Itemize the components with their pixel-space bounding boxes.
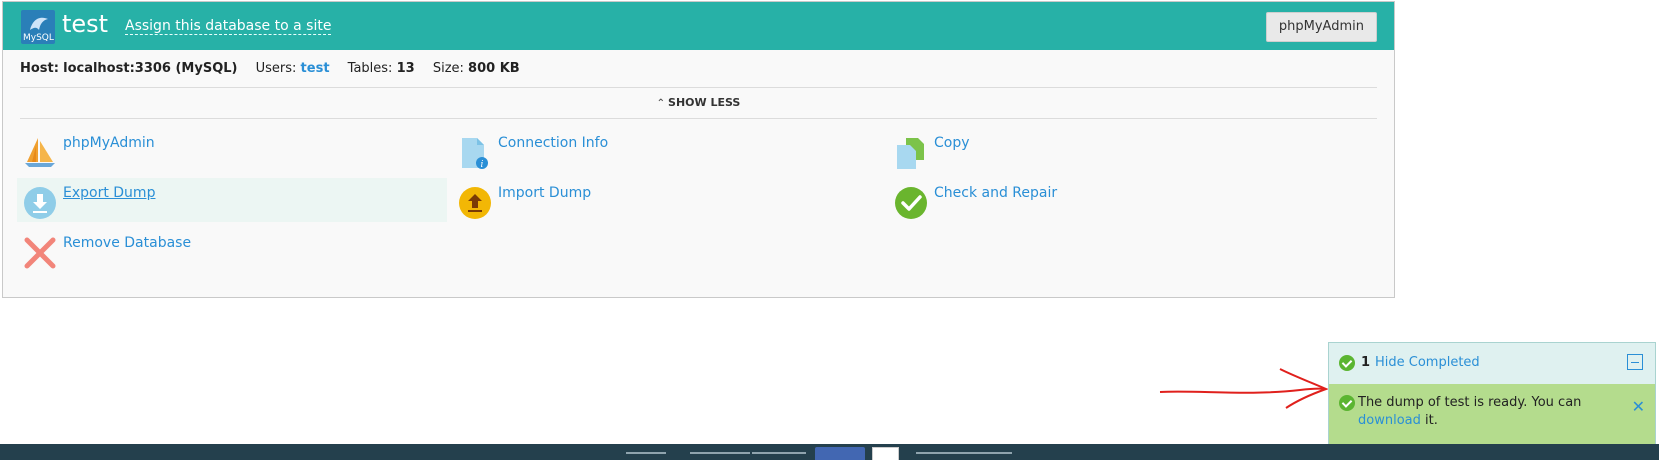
upload-icon	[458, 186, 492, 220]
tool-check-and-repair[interactable]: Check and Repair	[888, 178, 1318, 222]
annotation-arrow-icon	[1159, 368, 1328, 409]
show-less-label: SHOW LESS	[668, 96, 741, 109]
message-suffix: it.	[1425, 413, 1438, 428]
success-check-icon	[1339, 395, 1355, 411]
completed-count: 1	[1361, 355, 1371, 370]
phpmyadmin-button[interactable]: phpMyAdmin	[1265, 12, 1377, 42]
logo-text: MySQL	[23, 33, 54, 43]
size-value: 800 KB	[468, 61, 520, 76]
tool-copy[interactable]: Copy	[888, 128, 1318, 172]
message-text: The dump of test is ready. You can	[1358, 395, 1582, 410]
close-icon[interactable]: ✕	[1632, 397, 1645, 416]
download-link[interactable]: download	[1358, 413, 1421, 428]
users-link[interactable]: test	[301, 61, 330, 76]
tool-label: Import Dump	[498, 185, 592, 201]
notification-item: The dump of test is ready. You can downl…	[1329, 384, 1655, 444]
notifications-panel: 1 Hide Completed The dump of test is rea…	[1328, 342, 1656, 456]
svg-text:i: i	[481, 160, 484, 170]
toggle-row: ⌃ SHOW LESS	[20, 87, 1377, 119]
copy-icon	[894, 136, 928, 170]
tool-label: Copy	[934, 135, 970, 151]
host-value: localhost:3306 (MySQL)	[63, 61, 238, 76]
tool-remove-database[interactable]: Remove Database	[17, 228, 447, 272]
sailboat-icon	[23, 136, 57, 170]
tool-label: Export Dump	[63, 185, 156, 201]
card-header: MySQL test Assign this database to a sit…	[3, 2, 1394, 50]
document-info-icon: i	[458, 136, 492, 170]
host-label: Host:	[20, 61, 59, 76]
show-less-toggle[interactable]: ⌃ SHOW LESS	[657, 96, 741, 109]
tool-label: phpMyAdmin	[63, 135, 155, 151]
database-card: MySQL test Assign this database to a sit…	[2, 1, 1395, 298]
footer-link[interactable]	[916, 452, 1012, 454]
success-check-icon	[1339, 355, 1355, 371]
tables-label: Tables:	[347, 61, 393, 76]
footer-link[interactable]	[752, 452, 806, 454]
tool-connection-info[interactable]: i Connection Info	[452, 128, 882, 172]
tool-label: Remove Database	[63, 235, 192, 251]
chevron-up-icon: ⌃	[656, 98, 666, 109]
assign-site-link[interactable]: Assign this database to a site	[125, 18, 332, 35]
minimize-icon[interactable]	[1627, 354, 1643, 370]
page-footer	[0, 444, 1659, 460]
footer-link[interactable]	[626, 452, 666, 454]
tool-label: Check and Repair	[934, 185, 1058, 201]
tool-phpmyadmin[interactable]: phpMyAdmin	[17, 128, 447, 172]
database-info-row: Host: localhost:3306 (MySQL) Users: test…	[20, 61, 520, 76]
tables-count: 13	[396, 61, 415, 76]
download-icon	[23, 186, 57, 220]
tool-import-dump[interactable]: Import Dump	[452, 178, 882, 222]
like-count-box	[872, 447, 899, 460]
facebook-like-button[interactable]	[815, 447, 865, 460]
tool-export-dump[interactable]: Export Dump	[17, 178, 447, 222]
footer-link[interactable]	[690, 452, 750, 454]
hide-completed-link[interactable]: Hide Completed	[1375, 355, 1480, 370]
notification-message: The dump of test is ready. You can downl…	[1358, 394, 1608, 430]
mysql-logo-icon: MySQL	[21, 10, 55, 44]
tool-label: Connection Info	[498, 135, 609, 151]
notifications-header: 1 Hide Completed	[1329, 343, 1655, 383]
size-label: Size:	[432, 61, 464, 76]
database-name: test	[62, 10, 109, 38]
cross-icon	[23, 236, 57, 270]
checkmark-icon	[894, 186, 928, 220]
users-label: Users:	[255, 61, 297, 76]
